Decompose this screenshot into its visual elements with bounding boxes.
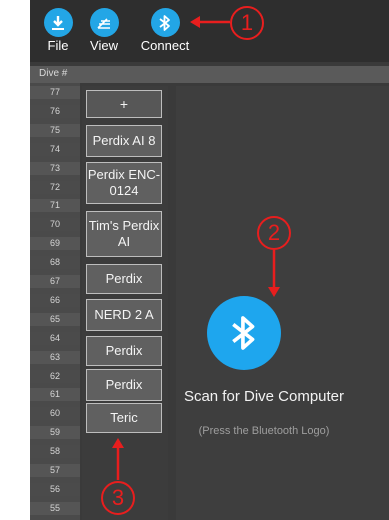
annotation-arrows [112,16,280,480]
annotation-2-label: 2 [267,220,281,245]
annotation-1: 1 [230,6,264,40]
annotation-1-label: 1 [240,10,254,35]
annotation-3-label: 3 [111,485,125,510]
annotation-2: 2 [257,216,291,250]
annotation-3: 3 [101,481,135,515]
